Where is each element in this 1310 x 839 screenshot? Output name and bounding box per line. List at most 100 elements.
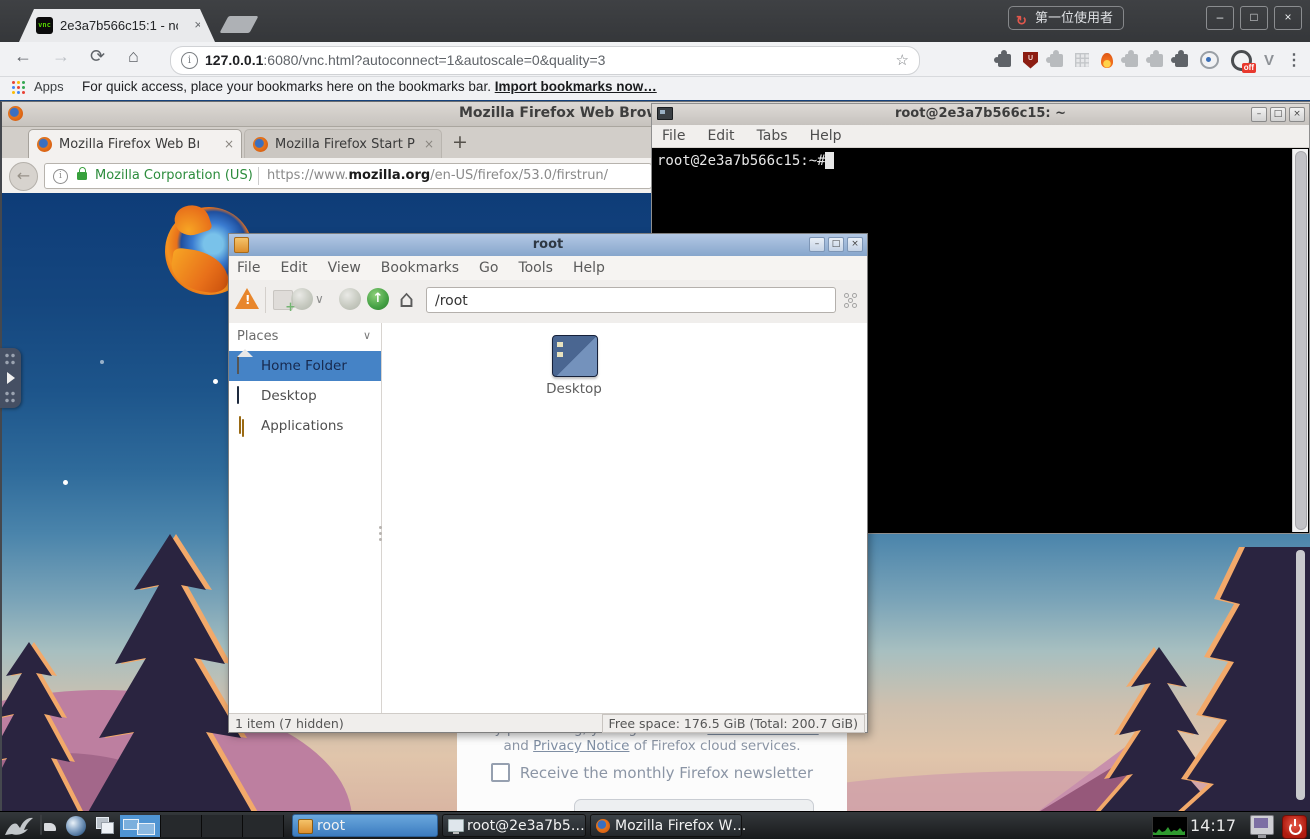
- home-button[interactable]: ⌂: [399, 285, 414, 313]
- star-dot: [100, 360, 104, 364]
- extension-puzzle-icon[interactable]: [1150, 54, 1163, 67]
- task-button-firefox[interactable]: Mozilla Firefox W…: [590, 814, 742, 837]
- firefox-new-tab-icon[interactable]: +: [452, 131, 468, 153]
- back-button[interactable]: [291, 288, 313, 310]
- menu-edit[interactable]: Edit: [707, 128, 734, 144]
- menu-help[interactable]: Help: [573, 260, 605, 276]
- menu-help[interactable]: Help: [810, 128, 842, 144]
- vnc-desktop[interactable]: Mozilla Firefox Web Browser — Mozilla Fi…: [0, 100, 1310, 839]
- close-button[interactable]: ×: [1274, 6, 1302, 30]
- firefox-back-button[interactable]: ←: [9, 162, 38, 191]
- forward-button[interactable]: [339, 288, 361, 310]
- menu-file[interactable]: File: [662, 128, 685, 144]
- apps-label[interactable]: Apps: [34, 79, 64, 94]
- task-button-terminal[interactable]: root@2e3a7b5…: [442, 814, 586, 837]
- close-button[interactable]: ×: [1289, 107, 1305, 122]
- fm-title-bar[interactable]: root – □ ×: [229, 234, 867, 257]
- path-input[interactable]: /root: [426, 287, 836, 313]
- extension-puzzle-icon[interactable]: [1175, 54, 1188, 67]
- maximize-button[interactable]: □: [1270, 107, 1286, 122]
- profile-chip[interactable]: ↻ 第一位使用者: [1008, 6, 1124, 30]
- extension-puzzle-icon[interactable]: [998, 54, 1011, 67]
- privacy-notice-link[interactable]: Privacy Notice: [533, 738, 629, 754]
- lxde-menu-icon[interactable]: [4, 815, 34, 839]
- identity-label[interactable]: Mozilla Corporation (US): [95, 168, 253, 183]
- novnc-favicon: vnc: [36, 17, 53, 34]
- vimium-icon[interactable]: V: [1264, 52, 1274, 69]
- apps-grid-icon[interactable]: [12, 81, 25, 94]
- new-tab-icon[interactable]: [273, 290, 293, 310]
- workspace-4[interactable]: [243, 815, 284, 837]
- menu-go[interactable]: Go: [479, 260, 498, 276]
- newsletter-checkbox[interactable]: [491, 763, 510, 782]
- maximize-button[interactable]: □: [1240, 6, 1268, 30]
- workspace-3[interactable]: [202, 815, 243, 837]
- chevron-down-icon[interactable]: ∨: [315, 292, 324, 306]
- url-text[interactable]: 127.0.0.1:6080/vnc.html?autoconnect=1&au…: [205, 52, 605, 68]
- show-desktop-icon[interactable]: [40, 814, 42, 835]
- page-scrollbar-thumb[interactable]: [1296, 550, 1305, 800]
- divider: [258, 167, 259, 185]
- places-header[interactable]: Places: [237, 329, 278, 344]
- desktop-folder-icon[interactable]: [552, 335, 598, 377]
- menu-view[interactable]: View: [328, 260, 361, 276]
- clock[interactable]: 14:17: [1190, 816, 1236, 835]
- up-button[interactable]: ↑: [367, 288, 389, 310]
- workspace-2[interactable]: [161, 815, 202, 837]
- page-info-icon[interactable]: i: [181, 52, 198, 69]
- chevron-down-icon[interactable]: ∨: [363, 329, 371, 342]
- novnc-control-handle[interactable]: [0, 348, 21, 408]
- reload-icon[interactable]: ⟳: [90, 46, 105, 67]
- sidebar-item-home[interactable]: Home Folder: [229, 351, 381, 381]
- chat-extension-icon[interactable]: [1200, 51, 1219, 69]
- ublock-shield-icon[interactable]: U: [1023, 52, 1038, 69]
- terminal-scrollbar[interactable]: [1292, 149, 1308, 532]
- workspace-pager[interactable]: [120, 815, 284, 837]
- tab-close-icon[interactable]: ×: [194, 17, 202, 32]
- chrome-menu-icon[interactable]: ⋮: [1286, 50, 1302, 70]
- bookmark-star-icon[interactable]: ☆: [896, 51, 909, 69]
- tab-close-icon[interactable]: ×: [224, 137, 234, 151]
- terminal-title-bar[interactable]: root@2e3a7b566c15: ~ – □ ×: [652, 104, 1309, 126]
- chrome-tab[interactable]: vnc 2e3a7b566c15:1 - nc ×: [34, 9, 200, 42]
- new-tab-button[interactable]: [219, 16, 258, 33]
- extension-grid-icon[interactable]: [1075, 53, 1089, 67]
- fm-file-area[interactable]: Desktop: [382, 323, 867, 714]
- scrollbar-thumb[interactable]: [1295, 151, 1307, 530]
- menu-edit[interactable]: Edit: [280, 260, 307, 276]
- identity-info-icon[interactable]: i: [53, 169, 68, 184]
- taskbar: root root@2e3a7b5… Mozilla Firefox W… 14…: [0, 811, 1310, 839]
- task-button-root[interactable]: root: [292, 814, 438, 837]
- web-browser-icon[interactable]: [66, 816, 86, 836]
- minimize-button[interactable]: –: [809, 237, 825, 252]
- item-count: 1 item (7 hidden): [235, 716, 344, 731]
- menu-bookmarks[interactable]: Bookmarks: [381, 260, 459, 276]
- workspace-1[interactable]: [120, 815, 161, 837]
- omnibox[interactable]: i 127.0.0.1:6080/vnc.html?autoconnect=1&…: [170, 46, 920, 75]
- minimize-button[interactable]: –: [1206, 6, 1234, 30]
- firefox-tab-active[interactable]: Mozilla Firefox Web Bro ×: [28, 129, 242, 159]
- power-button[interactable]: [1282, 815, 1307, 839]
- minimize-button[interactable]: –: [1251, 107, 1267, 122]
- sidebar-item-applications[interactable]: Applications: [229, 411, 381, 441]
- tab-close-icon[interactable]: ×: [424, 137, 434, 151]
- close-button[interactable]: ×: [847, 237, 863, 252]
- maximize-button[interactable]: □: [828, 237, 844, 252]
- extension-puzzle-icon[interactable]: [1125, 54, 1138, 67]
- proxy-off-icon[interactable]: off: [1231, 50, 1252, 71]
- menu-tabs[interactable]: Tabs: [757, 128, 788, 144]
- firefox-url-bar[interactable]: i Mozilla Corporation (US) https://www.m…: [44, 163, 652, 189]
- flame-extension-icon[interactable]: [1101, 53, 1113, 68]
- back-icon[interactable]: ←: [14, 46, 32, 67]
- menu-tools[interactable]: Tools: [518, 260, 553, 276]
- extension-puzzle-icon[interactable]: [1050, 54, 1063, 67]
- menu-file[interactable]: File: [237, 260, 260, 276]
- sidebar-item-desktop[interactable]: Desktop: [229, 381, 381, 411]
- import-bookmarks-link[interactable]: Import bookmarks now…: [495, 79, 657, 94]
- tasks-icon[interactable]: [843, 292, 859, 308]
- firefox-tab-inactive[interactable]: Mozilla Firefox Start Pag ×: [244, 129, 442, 159]
- screen-lock-icon[interactable]: [1250, 815, 1274, 835]
- desktop-folder-label[interactable]: Desktop: [542, 381, 606, 397]
- home-icon[interactable]: ⌂: [128, 46, 139, 67]
- forward-icon[interactable]: →: [52, 46, 70, 67]
